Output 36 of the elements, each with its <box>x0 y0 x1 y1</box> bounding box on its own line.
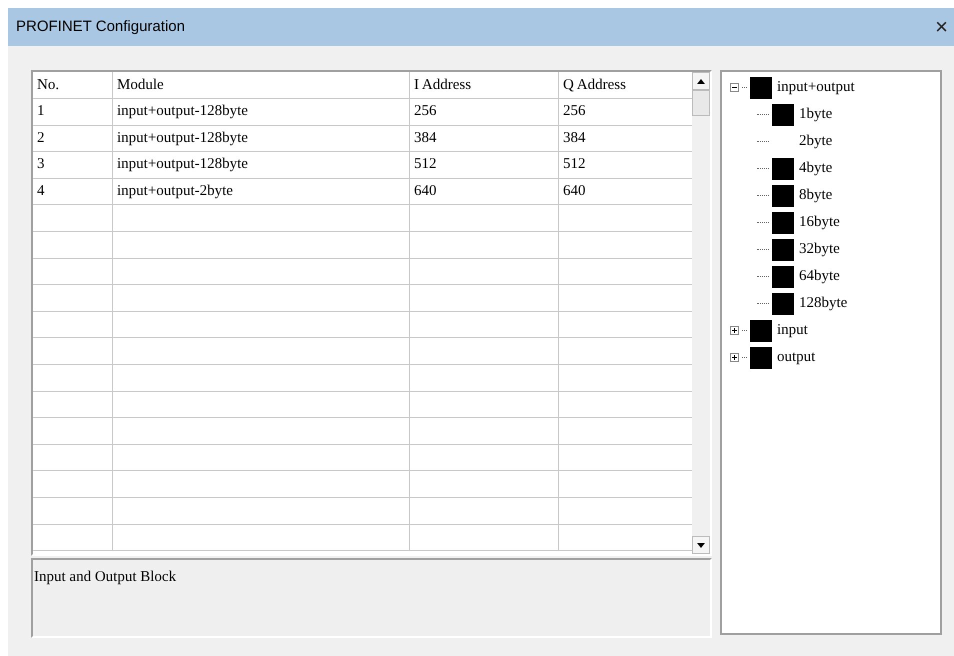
column-header[interactable]: Module <box>113 72 410 98</box>
table-cell: input+output-128byte <box>113 152 410 178</box>
tree-item[interactable]: 8byte <box>799 184 832 207</box>
column-header[interactable]: I Address <box>410 72 559 98</box>
description-text: Input and Output Block <box>34 569 176 585</box>
table-cell: 2 <box>33 126 113 152</box>
table-cell: 3 <box>33 152 113 178</box>
table-cell: 640 <box>410 178 559 204</box>
table-cell: 512 <box>410 152 559 178</box>
table-cell: 256 <box>410 99 559 125</box>
scroll-thumb[interactable] <box>692 90 710 116</box>
tree-item[interactable]: 32byte <box>799 238 840 261</box>
table-cell: 4 <box>33 178 113 204</box>
tree-item[interactable]: 128byte <box>799 292 848 315</box>
expand-icon[interactable] <box>730 326 739 335</box>
collapse-icon[interactable] <box>730 83 739 92</box>
tree-item[interactable]: 64byte <box>799 265 840 288</box>
table-cell: input+output-128byte <box>113 99 410 125</box>
tree-item[interactable]: 4byte <box>799 157 832 180</box>
table-cell: input+output-2byte <box>113 178 410 204</box>
tree-item[interactable]: input <box>777 319 808 342</box>
tree-item[interactable]: input+output <box>777 76 855 99</box>
table-cell: input+output-128byte <box>113 126 410 152</box>
scroll-down-icon[interactable] <box>692 536 710 554</box>
scroll-up-icon[interactable] <box>692 72 710 90</box>
column-header[interactable]: No. <box>33 72 113 98</box>
tree-item[interactable]: 2byte <box>799 130 832 153</box>
tree-item[interactable]: output <box>777 346 816 369</box>
table-cell: 1 <box>33 99 113 125</box>
table-cell: 384 <box>410 126 559 152</box>
scrollbar[interactable] <box>692 72 710 554</box>
close-button[interactable]: × <box>933 16 950 38</box>
window-title: PROFINET Configuration <box>16 16 185 37</box>
expand-icon[interactable] <box>730 353 739 362</box>
tree-item[interactable]: 1byte <box>799 103 832 126</box>
tree-item[interactable]: 16byte <box>799 211 840 234</box>
